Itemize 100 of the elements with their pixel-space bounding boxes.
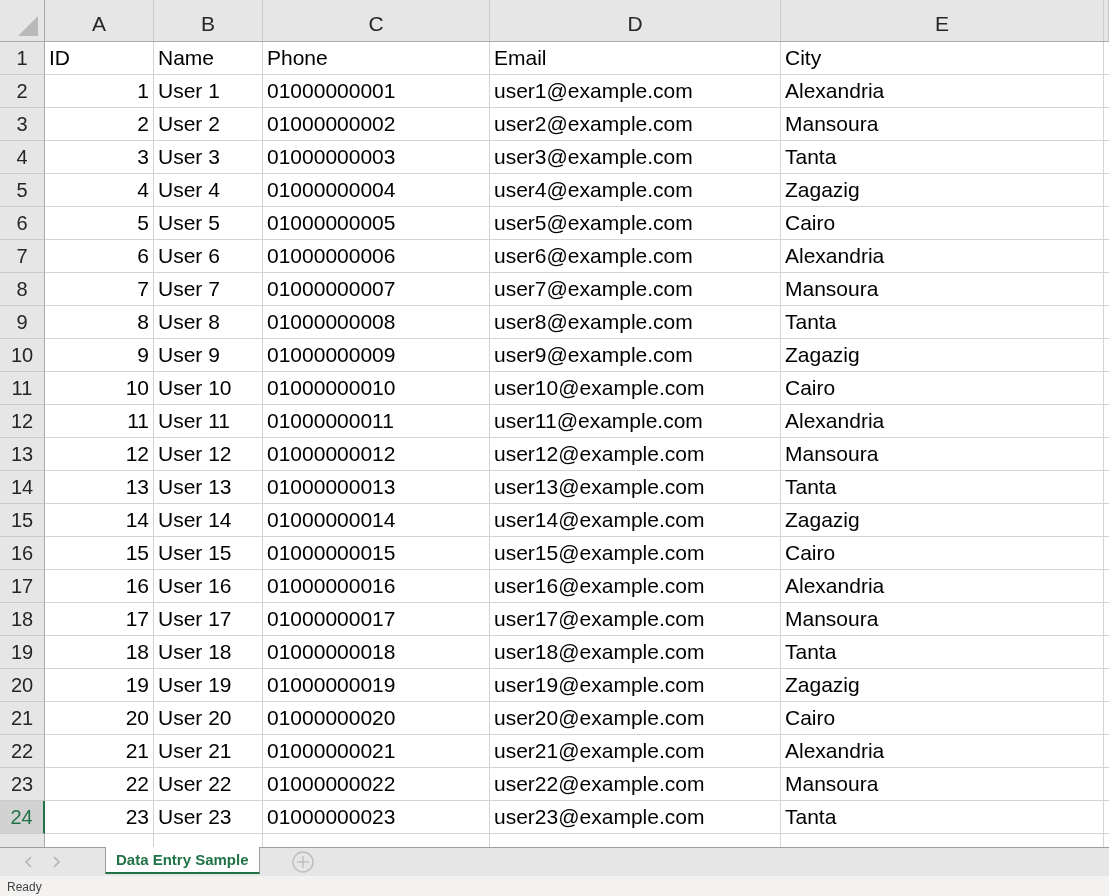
row-header[interactable]: 22 xyxy=(0,735,45,768)
table-cell: 01000000016 xyxy=(263,570,490,603)
table-cell: User 6 xyxy=(154,240,263,273)
table-cell: 01000000023 xyxy=(263,801,490,834)
table-cell: 01000000013 xyxy=(263,471,490,504)
table-cell: Cairo xyxy=(781,372,1104,405)
table-cell: 01000000020 xyxy=(263,702,490,735)
table-cell: 01000000017 xyxy=(263,603,490,636)
table-cell: 12 xyxy=(45,438,154,471)
row-header[interactable]: 7 xyxy=(0,240,45,273)
table-cell: City xyxy=(781,42,1104,75)
table-cell: Zagazig xyxy=(781,504,1104,537)
table-cell: 8 xyxy=(45,306,154,339)
table-cell: user23@example.com xyxy=(490,801,781,834)
row-header[interactable]: 10 xyxy=(0,339,45,372)
table-cell: Zagazig xyxy=(781,339,1104,372)
row-header[interactable]: 14 xyxy=(0,471,45,504)
table-cell: 01000000021 xyxy=(263,735,490,768)
table-cell: Tanta xyxy=(781,636,1104,669)
row-header[interactable]: 11 xyxy=(0,372,45,405)
table-cell: User 10 xyxy=(154,372,263,405)
table-cell: 4 xyxy=(45,174,154,207)
row-header[interactable]: 8 xyxy=(0,273,45,306)
table-cell: User 13 xyxy=(154,471,263,504)
table-cell: user12@example.com xyxy=(490,438,781,471)
table-cell: User 19 xyxy=(154,669,263,702)
table-cell: User 16 xyxy=(154,570,263,603)
table-cell: user8@example.com xyxy=(490,306,781,339)
table-cell: user20@example.com xyxy=(490,702,781,735)
row-header[interactable]: 18 xyxy=(0,603,45,636)
column-header[interactable]: A xyxy=(45,0,154,41)
table-cell: 01000000007 xyxy=(263,273,490,306)
row-header[interactable]: 17 xyxy=(0,570,45,603)
table-cell: 01000000022 xyxy=(263,768,490,801)
row-header[interactable]: 16 xyxy=(0,537,45,570)
table-cell: User 9 xyxy=(154,339,263,372)
table-cell: user16@example.com xyxy=(490,570,781,603)
table-cell: Email xyxy=(490,42,781,75)
plus-circle-icon[interactable] xyxy=(291,851,314,873)
table-cell: 16 xyxy=(45,570,154,603)
table-cell: Mansoura xyxy=(781,438,1104,471)
table-cell: Cairo xyxy=(781,537,1104,570)
table-cell: user5@example.com xyxy=(490,207,781,240)
table-cell: 01000000004 xyxy=(263,174,490,207)
table-cell: user2@example.com xyxy=(490,108,781,141)
chevron-left-icon[interactable] xyxy=(24,856,32,868)
sheet-tab[interactable]: Data Entry Sample xyxy=(105,847,260,874)
row-header[interactable]: 20 xyxy=(0,669,45,702)
table-cell: 19 xyxy=(45,669,154,702)
table-cell: 5 xyxy=(45,207,154,240)
row-header[interactable]: 23 xyxy=(0,768,45,801)
table-cell: 20 xyxy=(45,702,154,735)
table-cell: Alexandria xyxy=(781,240,1104,273)
table-cell: 7 xyxy=(45,273,154,306)
table-cell: 11 xyxy=(45,405,154,438)
row-header[interactable]: 24 xyxy=(0,801,45,834)
row-header[interactable]: 3 xyxy=(0,108,45,141)
row-header[interactable]: 19 xyxy=(0,636,45,669)
table-cell: user1@example.com xyxy=(490,75,781,108)
table-cell: 01000000001 xyxy=(263,75,490,108)
table-cell: User 21 xyxy=(154,735,263,768)
table-cell: 01000000014 xyxy=(263,504,490,537)
table-cell: 13 xyxy=(45,471,154,504)
table-cell: Alexandria xyxy=(781,735,1104,768)
row-header[interactable]: 2 xyxy=(0,75,45,108)
chevron-right-icon[interactable] xyxy=(53,856,61,868)
table-cell: Mansoura xyxy=(781,768,1104,801)
row-header[interactable]: 15 xyxy=(0,504,45,537)
row-header[interactable]: 12 xyxy=(0,405,45,438)
table-cell: Mansoura xyxy=(781,108,1104,141)
table-cell: User 18 xyxy=(154,636,263,669)
select-all-icon[interactable] xyxy=(18,16,38,36)
table-cell: user17@example.com xyxy=(490,603,781,636)
table-cell: User 15 xyxy=(154,537,263,570)
table-cell: Alexandria xyxy=(781,75,1104,108)
column-header[interactable]: E xyxy=(781,0,1104,41)
table-cell: 18 xyxy=(45,636,154,669)
table-cell: user21@example.com xyxy=(490,735,781,768)
column-header[interactable]: C xyxy=(263,0,490,41)
table-cell: 2 xyxy=(45,108,154,141)
table-cell: User 5 xyxy=(154,207,263,240)
table-cell: Cairo xyxy=(781,702,1104,735)
table-cell: Alexandria xyxy=(781,405,1104,438)
table-cell: Tanta xyxy=(781,801,1104,834)
row-header[interactable]: 1 xyxy=(0,42,45,75)
row-header[interactable]: 9 xyxy=(0,306,45,339)
row-header[interactable]: 13 xyxy=(0,438,45,471)
table-cell: user4@example.com xyxy=(490,174,781,207)
table-cell: Zagazig xyxy=(781,669,1104,702)
row-header[interactable]: 21 xyxy=(0,702,45,735)
column-header[interactable]: D xyxy=(490,0,781,41)
row-header[interactable]: 4 xyxy=(0,141,45,174)
table-cell: user10@example.com xyxy=(490,372,781,405)
row-header[interactable]: 6 xyxy=(0,207,45,240)
row-header[interactable]: 5 xyxy=(0,174,45,207)
table-cell: 10 xyxy=(45,372,154,405)
table-cell: 01000000009 xyxy=(263,339,490,372)
table-cell: Tanta xyxy=(781,471,1104,504)
column-header[interactable]: B xyxy=(154,0,263,41)
table-cell: 6 xyxy=(45,240,154,273)
